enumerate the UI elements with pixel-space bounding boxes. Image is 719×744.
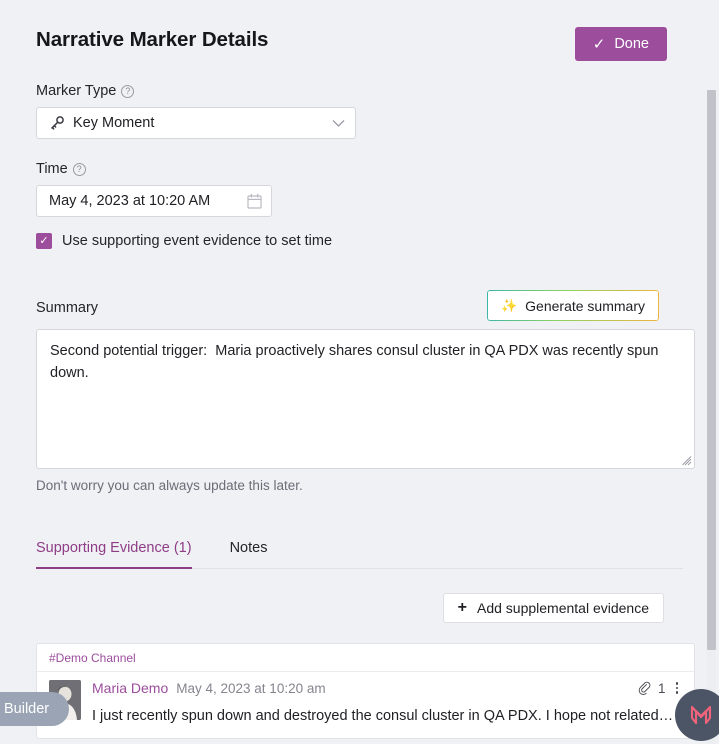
question-mark-icon[interactable]: ? xyxy=(121,84,135,98)
generate-summary-label: Generate summary xyxy=(525,297,645,314)
evidence-tabs: Supporting Evidence (1) Notes xyxy=(36,540,683,569)
evidence-message-actions: 1 xyxy=(637,680,682,696)
paperclip-icon[interactable] xyxy=(637,681,652,696)
attachment-count: 1 xyxy=(657,680,666,696)
vertical-scrollbar-track[interactable] xyxy=(707,90,716,744)
summary-header-row: Summary ✨ Generate summary xyxy=(36,287,683,321)
main-content: Narrative Marker Details ✓ Done Marker T… xyxy=(0,0,719,739)
time-value: May 4, 2023 at 10:20 AM xyxy=(49,193,211,209)
builder-widget-label: Builder xyxy=(4,701,50,717)
key-icon xyxy=(51,116,64,130)
time-field: Time ? May 4, 2023 at 10:20 AM ✓ Use sup… xyxy=(36,161,683,249)
done-button-label: Done xyxy=(614,36,649,52)
use-evidence-time-checkbox[interactable]: ✓ xyxy=(36,233,52,249)
summary-helper-text: Don't worry you can always update this l… xyxy=(36,478,303,493)
time-label: Time xyxy=(36,161,68,177)
add-supplemental-evidence-label: Add supplemental evidence xyxy=(476,600,649,616)
summary-textarea[interactable] xyxy=(36,329,695,469)
brand-logo-icon xyxy=(690,705,712,725)
chevron-down-icon xyxy=(332,119,345,127)
tab-supporting-evidence[interactable]: Supporting Evidence (1) xyxy=(36,540,192,569)
done-button[interactable]: ✓ Done xyxy=(574,27,667,61)
marker-type-value: Key Moment xyxy=(73,115,155,131)
page-title: Narrative Marker Details xyxy=(36,28,269,51)
generate-summary-button[interactable]: ✨ Generate summary xyxy=(486,290,659,321)
marker-type-value-wrap: Key Moment xyxy=(49,115,332,131)
marker-type-field: Marker Type ? Key Moment xyxy=(36,83,683,139)
evidence-timestamp: May 4, 2023 at 10:20 am xyxy=(176,680,326,696)
check-icon: ✓ xyxy=(592,35,606,53)
evidence-message-body: Maria Demo May 4, 2023 at 10:20 am 1 I j… xyxy=(92,680,682,724)
evidence-message-header: Maria Demo May 4, 2023 at 10:20 am 1 xyxy=(92,680,682,696)
marker-type-label-row: Marker Type ? xyxy=(36,83,683,99)
use-evidence-time-label: Use supporting event evidence to set tim… xyxy=(62,233,333,249)
summary-label: Summary xyxy=(36,300,99,316)
evidence-message-row: Maria Demo May 4, 2023 at 10:20 am 1 I j… xyxy=(37,672,694,738)
use-evidence-time-checkbox-row[interactable]: ✓ Use supporting event evidence to set t… xyxy=(36,233,683,249)
calendar-icon[interactable] xyxy=(247,193,262,209)
add-supplemental-evidence-button[interactable]: + Add supplemental evidence xyxy=(442,593,664,623)
evidence-channel[interactable]: #Demo Channel xyxy=(37,644,694,672)
page-scroll-container: Narrative Marker Details ✓ Done Marker T… xyxy=(0,0,719,744)
evidence-message-text: I just recently spun down and destroyed … xyxy=(92,708,674,724)
page-header: Narrative Marker Details ✓ Done xyxy=(36,0,683,61)
sparkles-icon: ✨ xyxy=(500,298,518,313)
tab-notes[interactable]: Notes xyxy=(230,540,268,569)
add-evidence-row: + Add supplemental evidence xyxy=(36,593,683,623)
evidence-author[interactable]: Maria Demo xyxy=(92,680,168,696)
time-label-row: Time ? xyxy=(36,161,683,177)
plus-icon: + xyxy=(457,599,467,616)
builder-widget-button[interactable]: Builder xyxy=(0,692,70,726)
marker-type-label: Marker Type xyxy=(36,83,117,99)
marker-type-select[interactable]: Key Moment xyxy=(36,107,356,139)
time-date-input[interactable]: May 4, 2023 at 10:20 AM xyxy=(36,185,272,217)
kebab-menu-icon[interactable] xyxy=(672,680,683,696)
brand-launcher-button[interactable] xyxy=(675,689,719,741)
evidence-card[interactable]: #Demo Channel Maria Demo May 4, 2023 at … xyxy=(36,643,695,739)
summary-textarea-wrap xyxy=(36,329,695,469)
question-mark-icon[interactable]: ? xyxy=(72,162,86,176)
vertical-scrollbar-thumb[interactable] xyxy=(707,90,716,650)
